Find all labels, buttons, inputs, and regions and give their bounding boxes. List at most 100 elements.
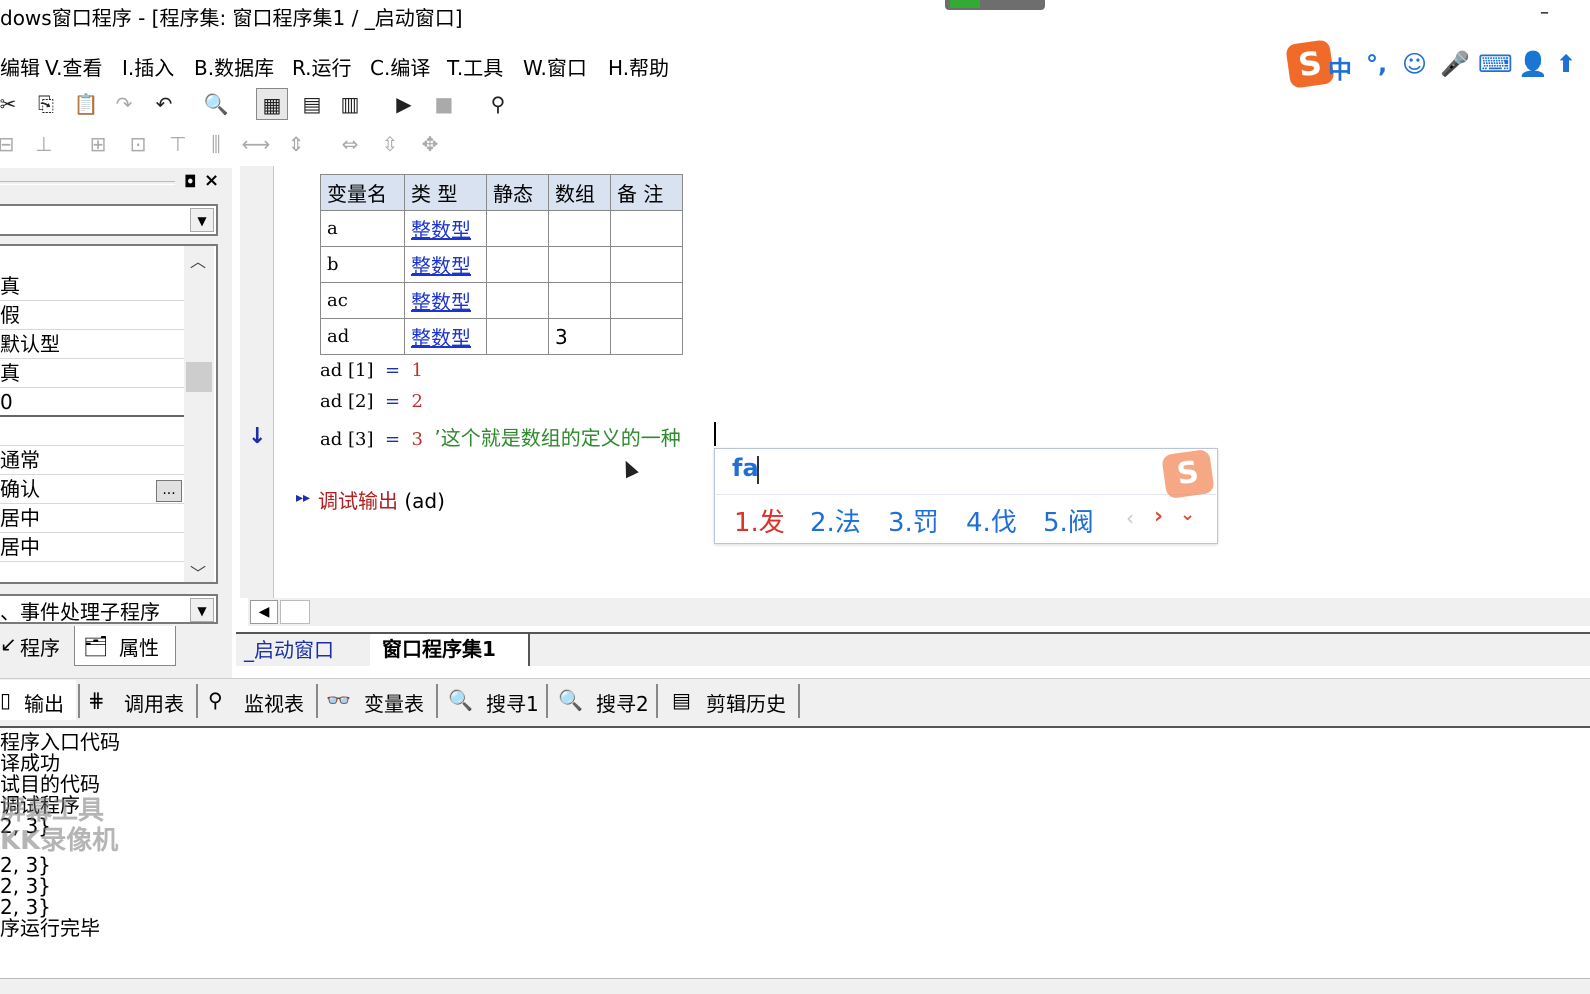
close-icon[interactable]: × (204, 170, 219, 191)
center-horizontal-icon[interactable]: ⊞ (82, 128, 114, 160)
var-static[interactable] (486, 318, 549, 355)
menu-view[interactable]: V.查看 (45, 52, 102, 81)
property-value[interactable]: 真 (0, 359, 184, 388)
scrollbar-thumb[interactable] (186, 362, 212, 392)
scroll-down-icon[interactable]: ﹀ (190, 560, 206, 584)
ime-emoji-icon[interactable]: ☺ (1402, 50, 1427, 78)
ime-mode-icon[interactable]: 中 (1328, 50, 1352, 85)
editor-hscrollbar[interactable] (248, 598, 1590, 626)
ime-voice-icon[interactable]: 🎤 (1440, 50, 1470, 78)
menu-compile[interactable]: C.编译 (370, 52, 430, 81)
menu-window[interactable]: W.窗口 (523, 52, 587, 81)
ime-user-icon[interactable]: 👤 (1518, 50, 1548, 78)
menu-tools[interactable]: T.工具 (447, 52, 503, 81)
code-line[interactable]: 调试输出 (ad) (318, 485, 445, 514)
ime-candidate[interactable]: 1.发 (734, 502, 785, 539)
code-line[interactable]: ad [2] = 2 (320, 391, 423, 412)
menu-edit[interactable]: 编辑 (0, 52, 40, 81)
var-static[interactable] (486, 210, 549, 247)
chevron-down-icon[interactable]: ⌄ (1180, 504, 1195, 525)
var-type[interactable]: 整数型 (404, 282, 487, 319)
property-value[interactable]: 默认型 (0, 330, 184, 359)
component-select[interactable]: ▼ (0, 204, 218, 236)
var-note[interactable] (610, 210, 683, 247)
same-height-icon[interactable]: ⇳ (374, 128, 406, 160)
var-name[interactable]: b (320, 246, 405, 283)
property-value[interactable]: 居中 (0, 533, 184, 562)
tab-variables[interactable]: 变量表 (364, 688, 424, 717)
property-value[interactable]: 真 (0, 272, 184, 301)
ime-candidate[interactable]: 2.法 (810, 502, 861, 539)
var-array[interactable]: 3 (548, 318, 611, 355)
tab-properties[interactable]: 🗂 属性 (74, 626, 176, 666)
redo-icon[interactable]: ↷ (108, 88, 140, 120)
var-note[interactable] (610, 282, 683, 319)
property-value[interactable]: 假 (0, 301, 184, 330)
var-name[interactable]: a (320, 210, 405, 247)
menu-help[interactable]: H.帮助 (608, 52, 669, 81)
code-line[interactable]: ad [3] = 3 ’这个就是数组的定义的一种 (320, 422, 681, 451)
find-icon[interactable]: 🔍 (200, 88, 232, 120)
tab-window-program-set[interactable]: 窗口程序集1 (370, 634, 530, 666)
var-array[interactable] (548, 246, 611, 283)
tab-start-window[interactable]: _启动窗口 (244, 634, 334, 663)
undo-icon[interactable]: ↶ (148, 88, 180, 120)
chevron-down-icon[interactable]: ▼ (190, 598, 214, 622)
var-name[interactable]: ad (320, 318, 405, 355)
tab-output[interactable]: 输出 (24, 688, 64, 717)
layout-horizontal-icon[interactable]: ▤ (296, 88, 328, 120)
code-line[interactable]: ad [1] = 1 (320, 360, 423, 381)
property-value[interactable]: 居中 (0, 504, 184, 533)
cut-icon[interactable]: ✂ (0, 88, 24, 120)
copy-icon[interactable]: ⎘ (30, 88, 62, 120)
ime-candidate[interactable]: 3.罚 (888, 502, 939, 539)
editor-gutter[interactable] (240, 166, 274, 598)
property-value[interactable]: 0 (0, 388, 184, 417)
tab-search2[interactable]: 搜寻2 (596, 688, 649, 717)
tab-search1[interactable]: 搜寻1 (486, 688, 539, 717)
var-note[interactable] (610, 246, 683, 283)
binoculars-icon[interactable]: ⚲ (482, 88, 514, 120)
stop-icon[interactable]: ■ (428, 88, 460, 120)
tab-call-stack[interactable]: 调用表 (124, 688, 184, 717)
property-scrollbar[interactable] (184, 246, 214, 582)
chevron-down-icon[interactable]: ▼ (190, 208, 214, 232)
space-horizontal-icon[interactable]: ⟷ (240, 128, 272, 160)
var-type[interactable]: 整数型 (404, 246, 487, 283)
chevron-left-icon[interactable]: ‹ (1126, 506, 1134, 530)
center-vertical-icon[interactable]: ⊡ (122, 128, 154, 160)
tab-clip-history[interactable]: 剪辑历史 (706, 688, 786, 717)
menu-run[interactable]: R.运行 (292, 52, 352, 81)
property-value[interactable]: 通常 (0, 446, 184, 475)
var-array[interactable] (548, 210, 611, 247)
var-type[interactable]: 整数型 (404, 210, 487, 247)
ime-punct-icon[interactable]: °, (1366, 50, 1387, 78)
same-size-icon[interactable]: ✥ (414, 128, 446, 160)
minimize-button[interactable]: – (1540, 2, 1549, 23)
align-middle-icon[interactable]: ⫼ (200, 128, 232, 160)
ime-candidate[interactable]: 4.伐 (966, 502, 1017, 539)
property-value[interactable] (0, 417, 184, 446)
var-note[interactable] (610, 318, 683, 355)
align-bottom-icon[interactable]: ⊥ (28, 128, 60, 160)
scroll-up-icon[interactable]: ︿ (190, 248, 206, 272)
var-type[interactable]: 整数型 (404, 318, 487, 355)
space-vertical-icon[interactable]: ⇕ (280, 128, 312, 160)
layout-grid-icon[interactable]: ▥ (334, 88, 366, 120)
align-left-icon[interactable]: ⊟ (0, 128, 22, 160)
output-pane[interactable] (0, 726, 1590, 978)
var-static[interactable] (486, 246, 549, 283)
var-name[interactable]: ac (320, 282, 405, 319)
paste-icon[interactable]: 📋 (70, 88, 102, 120)
layout-tree-icon[interactable]: ▦ (256, 88, 288, 120)
menu-database[interactable]: B.数据库 (194, 52, 274, 81)
ellipsis-button[interactable]: ... (156, 480, 182, 502)
chevron-right-icon[interactable]: › (1154, 504, 1163, 529)
tab-program[interactable]: ↙ 程序 (0, 630, 72, 664)
run-icon[interactable]: ▶ (388, 88, 420, 120)
tab-watch[interactable]: 监视表 (244, 688, 304, 717)
scrollbar-thumb[interactable] (280, 600, 310, 624)
pin-icon[interactable]: ◘ (184, 172, 197, 191)
align-top-icon[interactable]: ⊤ (162, 128, 194, 160)
panel-grip[interactable] (0, 181, 175, 185)
